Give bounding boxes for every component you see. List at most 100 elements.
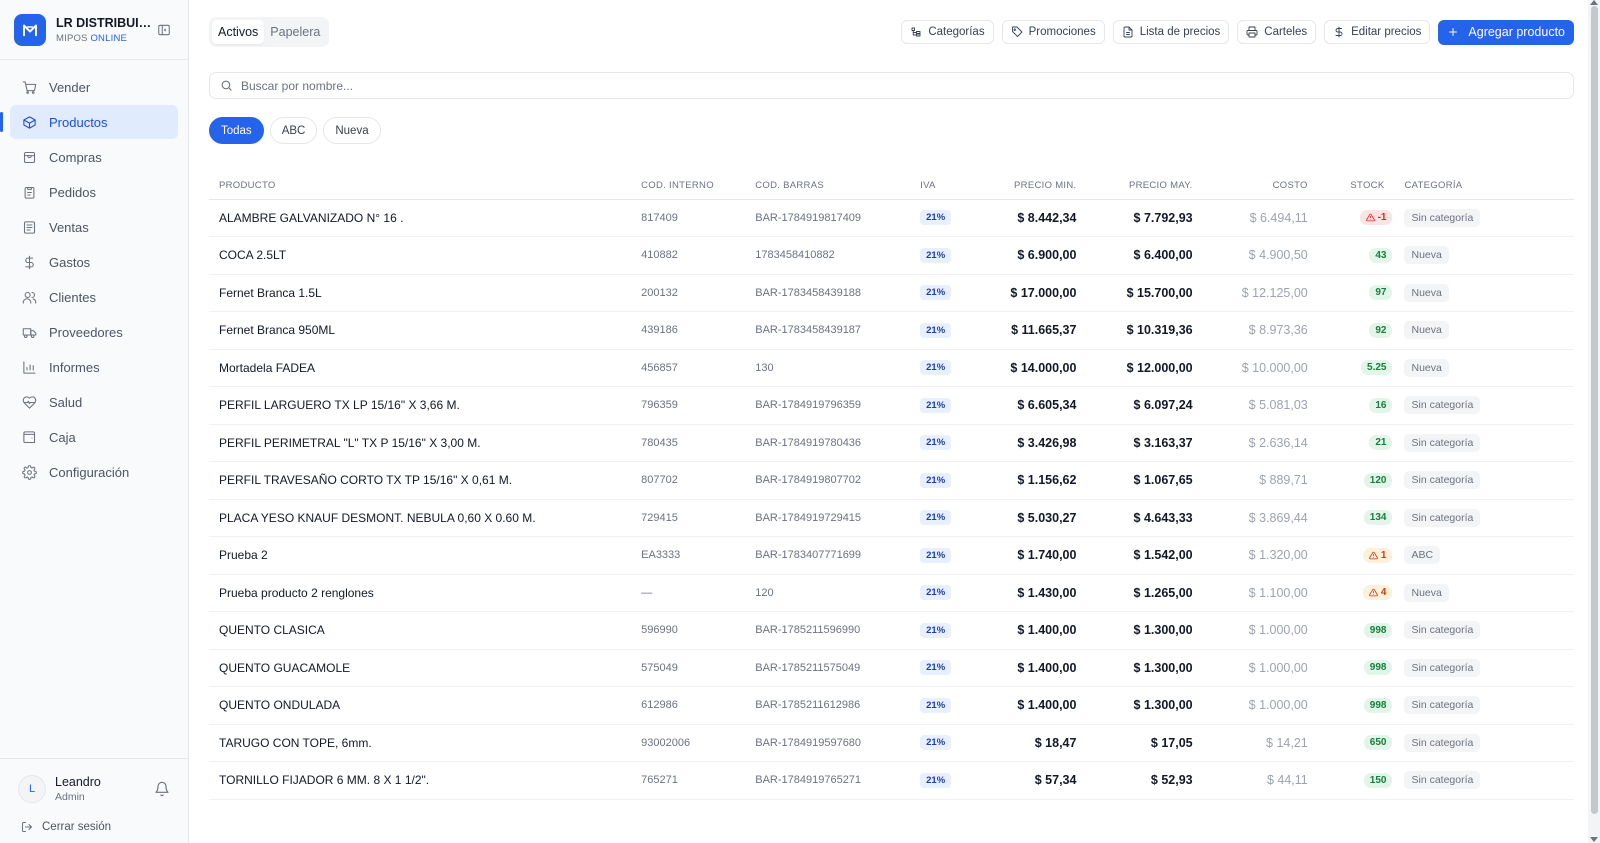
sidebar-item-productos[interactable]: Productos (0, 105, 178, 139)
status-tabs: Activos Papelera (209, 17, 330, 47)
min-price: $ 57,34 (972, 761, 1087, 800)
stock-badge: 21 (1369, 435, 1393, 451)
col-costo[interactable]: COSTO (1202, 173, 1318, 200)
iva-badge: 21% (920, 210, 952, 226)
barcode: BAR-1785211575049 (745, 649, 911, 687)
avatar[interactable]: L (18, 775, 46, 803)
plus-icon (1449, 28, 1458, 36)
col-precio-min[interactable]: PRECIO MIN. (972, 173, 1087, 200)
barcode: BAR-1783407771699 (745, 536, 911, 575)
table-row[interactable]: TARUGO CON TOPE, 6mm. 93002006 BAR-1784919… (209, 724, 1574, 762)
sidebar-item-vender[interactable]: Vender (10, 70, 178, 104)
stock-cell: 92 (1317, 311, 1395, 350)
top-toolbar: Activos Papelera Categorías Promociones … (209, 0, 1574, 64)
col-stock[interactable]: STOCK (1317, 173, 1395, 200)
col-iva[interactable]: IVA (910, 173, 973, 200)
col-cod-barras[interactable]: COD. BARRAS (745, 173, 911, 200)
filter-abc[interactable]: ABC (269, 117, 318, 144)
search-input[interactable] (241, 78, 1563, 93)
categories-button[interactable]: Categorías (901, 20, 994, 44)
iva-cell: 21% (910, 499, 973, 537)
col-producto[interactable]: PRODUCTO (209, 173, 632, 200)
min-price: $ 1.400,00 (972, 649, 1087, 687)
scrollbar-thumb[interactable] (1591, 6, 1598, 814)
cost: $ 1.100,00 (1202, 574, 1318, 612)
scroll-up-arrow-icon[interactable] (1590, 0, 1598, 5)
table-row[interactable]: ALAMBRE GALVANIZADO N° 16 . 817409 BAR-178… (209, 199, 1574, 237)
barcode: BAR-1784919780436 (745, 424, 911, 462)
tab-activos[interactable]: Activos (212, 20, 265, 44)
heart-pulse-icon (22, 395, 37, 409)
stock-badge: 134 (1363, 510, 1393, 526)
product-name: PERFIL TRAVESAÑO CORTO TX TP 15/16" X 0,… (209, 461, 632, 500)
table-row[interactable]: Fernet Branca 950ML 439186 BAR-17834584391… (209, 311, 1574, 350)
wholesale-price: $ 17,05 (1086, 724, 1203, 762)
filter-nueva[interactable]: Nueva (323, 117, 381, 144)
sidebar-item-pedidos[interactable]: Pedidos (10, 175, 178, 209)
wholesale-price: $ 3.163,37 (1086, 424, 1203, 462)
sidebar-item-informes[interactable]: Informes (10, 350, 178, 384)
table-row[interactable]: COCA 2.5LT 410882 1783458410882 21% $ 6.900,… (209, 236, 1574, 275)
iva-badge: 21% (920, 435, 952, 451)
bag-icon (23, 151, 36, 163)
iva-cell: 21% (910, 236, 973, 275)
cost: $ 14,21 (1202, 724, 1318, 762)
sidebar-item-label: Productos (49, 114, 108, 130)
tab-papelera[interactable]: Papelera (264, 20, 326, 44)
table-row[interactable]: QUENTO GUACAMOLE 575049 BAR-1785211575049 2… (209, 649, 1574, 687)
dollar-icon (1335, 26, 1343, 38)
table-row[interactable]: Prueba producto 2 renglones —120 21% $ 1.43… (209, 574, 1574, 612)
filter-todas[interactable]: Todas (209, 117, 264, 144)
sidebar-collapse-button[interactable] (154, 20, 174, 40)
sidebar-item-salud[interactable]: Salud (10, 385, 178, 419)
price-list-button[interactable]: Lista de precios (1112, 20, 1230, 44)
scroll-down-arrow-icon[interactable] (1590, 837, 1598, 843)
sidebar-item-configuraci-n[interactable]: Configuración (10, 455, 178, 489)
bell-icon[interactable] (154, 781, 170, 797)
stock-cell: -1 (1317, 199, 1395, 237)
table-row[interactable]: QUENTO CLASICA 596990 BAR-1785211596990 21%… (209, 611, 1574, 650)
iva-badge: 21% (920, 622, 952, 638)
sidebar-item-clientes[interactable]: Clientes (10, 280, 178, 314)
signs-button[interactable]: Carteles (1237, 20, 1317, 44)
barcode: BAR-1784919597680 (745, 724, 911, 762)
edit-prices-button[interactable]: Editar precios (1324, 20, 1431, 44)
sidebar-item-ventas[interactable]: Ventas (10, 210, 178, 244)
min-price: $ 1.400,00 (972, 611, 1087, 650)
col-precio-may[interactable]: PRECIO MAY. (1086, 173, 1203, 200)
logout-button[interactable]: Cerrar sesión (21, 821, 170, 833)
table-row[interactable]: PERFIL PERIMETRAL "L" TX P 15/16" X 3,00… (209, 424, 1574, 462)
stock-value: 1 (1380, 549, 1387, 561)
table-row[interactable]: PERFIL TRAVESAÑO CORTO TX TP 15/16" X 0,… (209, 461, 1574, 500)
sidebar-item-gastos[interactable]: Gastos (10, 245, 178, 279)
table-row[interactable]: PLACA YESO KNAUF DESMONT. NEBULA 0,60 X … (209, 499, 1574, 537)
promotions-button[interactable]: Promociones (1001, 20, 1105, 44)
iva-badge: 21% (920, 322, 952, 338)
sidebar-item-caja[interactable]: Caja (10, 420, 178, 454)
table-row[interactable]: Mortadela FADEA 456857 130 21% $ 14.000,00 $ … (209, 349, 1574, 387)
stock-value: 16 (1375, 399, 1387, 411)
min-price: $ 6.605,34 (972, 386, 1087, 425)
vertical-scrollbar[interactable] (1588, 0, 1600, 843)
cost: $ 8.973,36 (1202, 311, 1318, 350)
min-price: $ 3.426,98 (972, 424, 1087, 462)
table-row[interactable]: Prueba 2 EA3333 BAR-1783407771699 21% $ 1.74… (209, 536, 1574, 575)
category-cell: Sin categoría (1394, 199, 1574, 237)
users-icon (22, 291, 37, 304)
internal-code: — (631, 574, 746, 612)
internal-code: 200132 (631, 274, 746, 312)
table-row[interactable]: Fernet Branca 1.5L 200132 BAR-178345843918… (209, 274, 1574, 312)
add-product-button[interactable]: Agregar producto (1438, 19, 1574, 45)
internal-code: EA3333 (631, 536, 746, 575)
iva-cell: 21% (910, 386, 973, 425)
sidebar-item-proveedores[interactable]: Proveedores (10, 315, 178, 349)
col-categoria[interactable]: CATEGORÍA (1394, 173, 1574, 200)
table-row[interactable]: TORNILLO FIJADOR 6 MM. 8 X 1 1/2". 765271… (209, 761, 1574, 800)
signs-label: Carteles (1264, 26, 1308, 38)
table-row[interactable]: QUENTO ONDULADA 612986 BAR-1785211612986 21… (209, 686, 1574, 725)
category-badge: Sin categoría (1404, 658, 1481, 677)
sidebar-item-compras[interactable]: Compras (10, 140, 178, 174)
table-row[interactable]: PERFIL LARGUERO TX LP 15/16" X 3,66 M. 79… (209, 386, 1574, 425)
iva-badge: 21% (920, 247, 952, 263)
col-cod-interno[interactable]: COD. INTERNO (631, 173, 746, 200)
